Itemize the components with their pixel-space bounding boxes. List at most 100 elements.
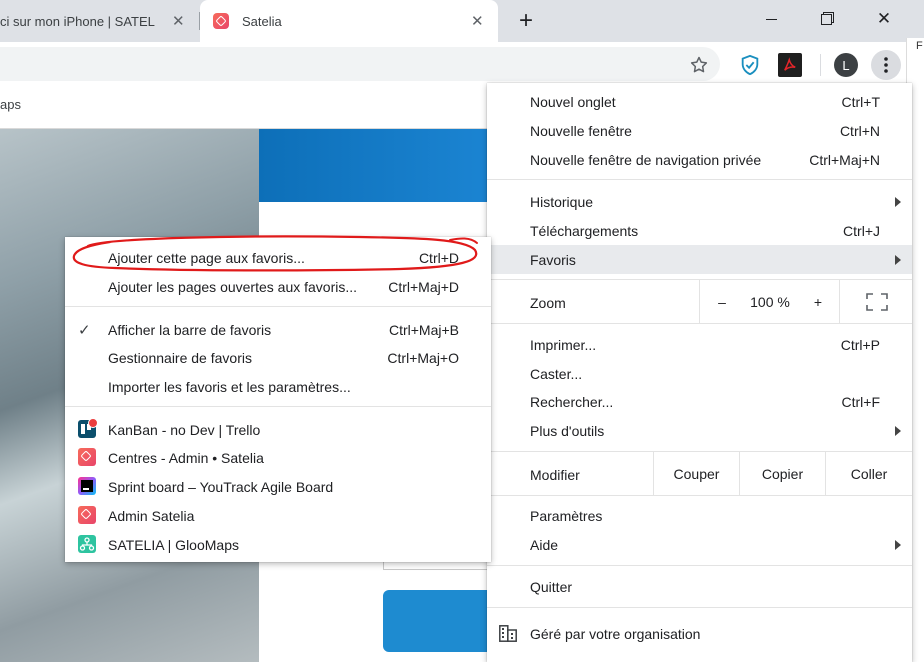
menu-separator bbox=[65, 406, 491, 407]
bookmark-item[interactable]: Admin Satelia bbox=[65, 501, 491, 530]
bookmark-item[interactable]: SATELIA | GlooMaps bbox=[65, 530, 491, 559]
menu-item-history[interactable]: Historique bbox=[487, 187, 912, 216]
fullscreen-button[interactable] bbox=[865, 291, 889, 313]
menu-separator bbox=[487, 495, 912, 496]
zoom-level: 100 % bbox=[750, 294, 790, 310]
menu-item-managed[interactable]: Géré par votre organisation bbox=[487, 619, 912, 648]
menu-item-label: Ajouter les pages ouvertes aux favoris..… bbox=[108, 278, 358, 295]
checkmark-icon: ✓ bbox=[78, 321, 91, 339]
menu-item-label: Aide bbox=[530, 536, 559, 553]
gloomaps-icon bbox=[78, 535, 96, 553]
address-bar[interactable] bbox=[0, 47, 720, 81]
minimize-button[interactable] bbox=[748, 0, 794, 38]
paste-button[interactable]: Coller bbox=[826, 452, 912, 495]
menu-item-shortcut: Ctrl+Maj+B bbox=[388, 321, 459, 338]
bookmark-label: Admin Satelia bbox=[108, 507, 195, 524]
submenu-arrow-icon bbox=[895, 255, 901, 265]
menu-item-downloads[interactable]: Téléchargements Ctrl+J bbox=[487, 216, 912, 245]
menu-item-new-window[interactable]: Nouvelle fenêtre Ctrl+N bbox=[487, 116, 912, 145]
menu-item-shortcut: Ctrl+Maj+N bbox=[809, 151, 880, 168]
menu-item-shortcut: Ctrl+F bbox=[841, 393, 881, 410]
bookmark-label: Centres - Admin • Satelia bbox=[108, 449, 264, 466]
acrobat-extension-icon[interactable] bbox=[778, 53, 802, 77]
satelia-favicon-icon bbox=[213, 13, 229, 29]
menu-item-print[interactable]: Imprimer... Ctrl+P bbox=[487, 330, 912, 359]
menu-separator bbox=[487, 565, 912, 566]
menu-item-shortcut: Ctrl+J bbox=[843, 222, 880, 239]
toolbar-divider bbox=[820, 54, 821, 76]
three-dots-icon bbox=[884, 57, 888, 73]
menu-item-label: Importer les favoris et les paramètres..… bbox=[108, 378, 351, 395]
bookmarks-submenu: Ajouter cette page aux favoris... Ctrl+D… bbox=[65, 237, 491, 562]
menu-item-shortcut: Ctrl+Maj+O bbox=[387, 349, 459, 366]
menu-separator bbox=[487, 323, 912, 324]
building-icon bbox=[499, 625, 517, 645]
menu-item-label: Géré par votre organisation bbox=[530, 625, 701, 642]
close-window-button[interactable]: ✕ bbox=[861, 0, 907, 38]
zoom-in-button[interactable]: + bbox=[807, 291, 829, 313]
menu-item-find[interactable]: Rechercher... Ctrl+F bbox=[487, 387, 912, 416]
bookmark-label: Sprint board – YouTrack Agile Board bbox=[108, 478, 334, 495]
new-tab-button[interactable]: + bbox=[512, 7, 540, 35]
bookmark-label: KanBan - no Dev | Trello bbox=[108, 421, 261, 438]
menu-item-quit[interactable]: Quitter bbox=[487, 572, 912, 601]
menu-separator bbox=[65, 306, 491, 307]
copy-button[interactable]: Copier bbox=[740, 452, 825, 495]
menu-item-label: Favoris bbox=[530, 251, 576, 268]
menu-item-label: Téléchargements bbox=[530, 222, 639, 239]
menu-item-label: Historique bbox=[530, 193, 594, 210]
background-window-letter: F bbox=[916, 40, 923, 52]
minimize-icon bbox=[765, 18, 777, 20]
menu-item-bookmarks[interactable]: Favoris bbox=[487, 245, 912, 274]
satelia-icon bbox=[78, 506, 96, 524]
tab-active[interactable]: Satelia ✕ bbox=[200, 0, 498, 42]
cut-button[interactable]: Couper bbox=[654, 452, 739, 495]
bookmark-item[interactable]: Centres - Admin • Satelia bbox=[65, 443, 491, 472]
menu-item-label: Nouvel onglet bbox=[530, 93, 616, 110]
menu-item-shortcut: Ctrl+Maj+D bbox=[388, 278, 459, 295]
menu-item-label: Gestionnaire de favoris bbox=[108, 349, 252, 366]
maximize-button[interactable] bbox=[803, 0, 849, 38]
submenu-arrow-icon bbox=[895, 426, 901, 436]
tab-close-icon[interactable]: ✕ bbox=[471, 12, 484, 30]
menu-item-label: Zoom bbox=[530, 295, 566, 311]
menu-item-bookmark-manager[interactable]: Gestionnaire de favoris Ctrl+Maj+O bbox=[65, 343, 491, 372]
menu-item-label: Afficher la barre de favoris bbox=[108, 321, 272, 338]
menu-item-cast[interactable]: Caster... bbox=[487, 359, 912, 388]
menu-item-label: Modifier bbox=[530, 467, 580, 483]
menu-item-label: Plus d'outils bbox=[530, 422, 605, 439]
bookmark-label: SATELIA | GlooMaps bbox=[108, 536, 239, 553]
fullscreen-icon bbox=[866, 293, 888, 311]
bookmark-item[interactable]: Sprint board – YouTrack Agile Board bbox=[65, 472, 491, 501]
tab-close-icon[interactable]: ✕ bbox=[172, 12, 185, 30]
zoom-out-button[interactable]: – bbox=[711, 291, 733, 313]
menu-item-show-bookmarks-bar[interactable]: ✓ Afficher la barre de favoris Ctrl+Maj+… bbox=[65, 315, 491, 344]
tab-title: Satelia bbox=[242, 13, 282, 29]
profile-avatar[interactable]: L bbox=[834, 53, 858, 77]
extension-shield-icon[interactable] bbox=[737, 52, 763, 78]
menu-item-help[interactable]: Aide bbox=[487, 530, 912, 559]
menu-item-label: Nouvelle fenêtre bbox=[530, 122, 632, 139]
chrome-menu-button[interactable] bbox=[871, 50, 901, 80]
menu-item-new-tab[interactable]: Nouvel onglet Ctrl+T bbox=[487, 87, 912, 116]
menu-item-settings[interactable]: Paramètres bbox=[487, 501, 912, 530]
menu-item-import-bookmarks[interactable]: Importer les favoris et les paramètres..… bbox=[65, 372, 491, 401]
bookmark-item[interactable]: KanBan - no Dev | Trello bbox=[65, 415, 491, 444]
page-header-banner bbox=[259, 129, 487, 202]
page-submit-button[interactable] bbox=[383, 590, 493, 652]
menu-item-more-tools[interactable]: Plus d'outils bbox=[487, 416, 912, 445]
submenu-arrow-icon bbox=[895, 197, 901, 207]
restore-icon bbox=[820, 13, 832, 25]
tab-inactive[interactable]: ci sur mon iPhone | SATEL ✕ bbox=[0, 0, 200, 42]
tab-title: ci sur mon iPhone | SATEL bbox=[0, 13, 155, 29]
menu-item-shortcut: Ctrl+T bbox=[841, 93, 881, 110]
bookmark-star-icon[interactable] bbox=[686, 52, 712, 78]
zoom-divider bbox=[699, 280, 700, 323]
menu-item-incognito[interactable]: Nouvelle fenêtre de navigation privée Ct… bbox=[487, 145, 912, 174]
menu-item-edit: Modifier bbox=[487, 459, 652, 491]
menu-item-shortcut: Ctrl+N bbox=[839, 122, 880, 139]
chrome-main-menu: Nouvel onglet Ctrl+T Nouvelle fenêtre Ct… bbox=[487, 83, 912, 662]
menu-item-label: Paramètres bbox=[530, 507, 603, 524]
annotation-circle bbox=[72, 235, 478, 272]
bookmark-item-fragment[interactable]: aps bbox=[0, 97, 21, 112]
